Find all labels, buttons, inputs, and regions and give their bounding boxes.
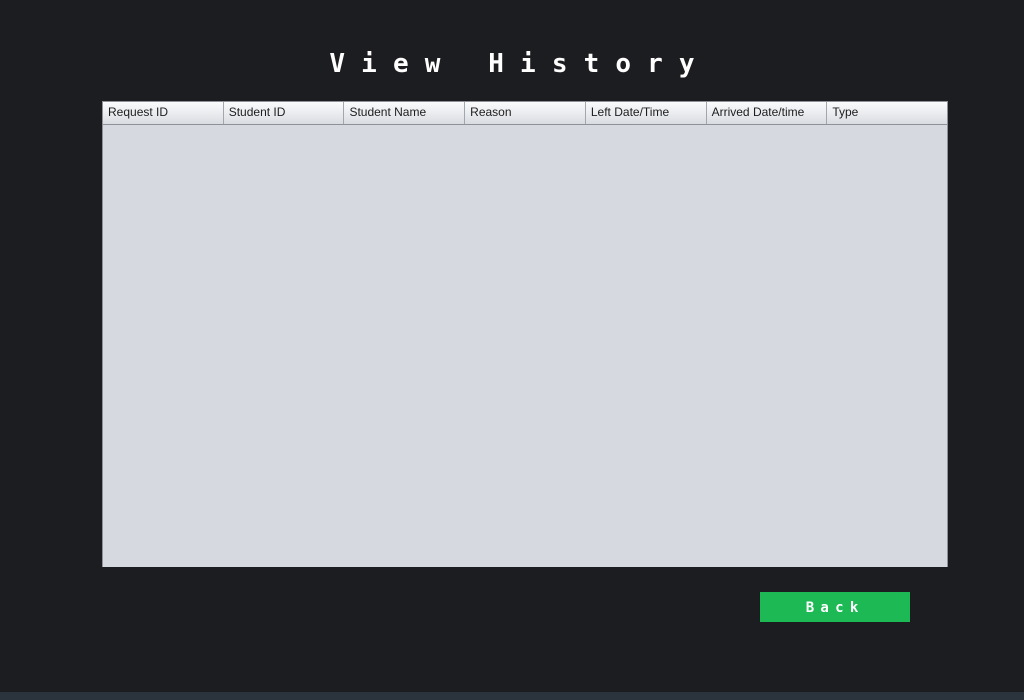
page-title: View History <box>329 49 711 79</box>
view-history-window: View History Request ID Student ID Stude… <box>0 0 1024 700</box>
column-header-arrived-datetime[interactable]: Arrived Date/time <box>707 102 828 124</box>
table-body[interactable] <box>103 125 947 567</box>
column-header-reason[interactable]: Reason <box>465 102 586 124</box>
history-table[interactable]: Request ID Student ID Student Name Reaso… <box>102 101 948 567</box>
window-bottom-edge <box>0 692 1024 700</box>
column-header-left-datetime[interactable]: Left Date/Time <box>586 102 707 124</box>
column-header-student-id[interactable]: Student ID <box>224 102 345 124</box>
back-button[interactable]: Back <box>760 592 910 622</box>
table-header: Request ID Student ID Student Name Reaso… <box>103 102 947 125</box>
column-header-student-name[interactable]: Student Name <box>344 102 466 124</box>
column-header-type[interactable]: Type <box>827 102 947 124</box>
column-header-request-id[interactable]: Request ID <box>103 102 224 124</box>
